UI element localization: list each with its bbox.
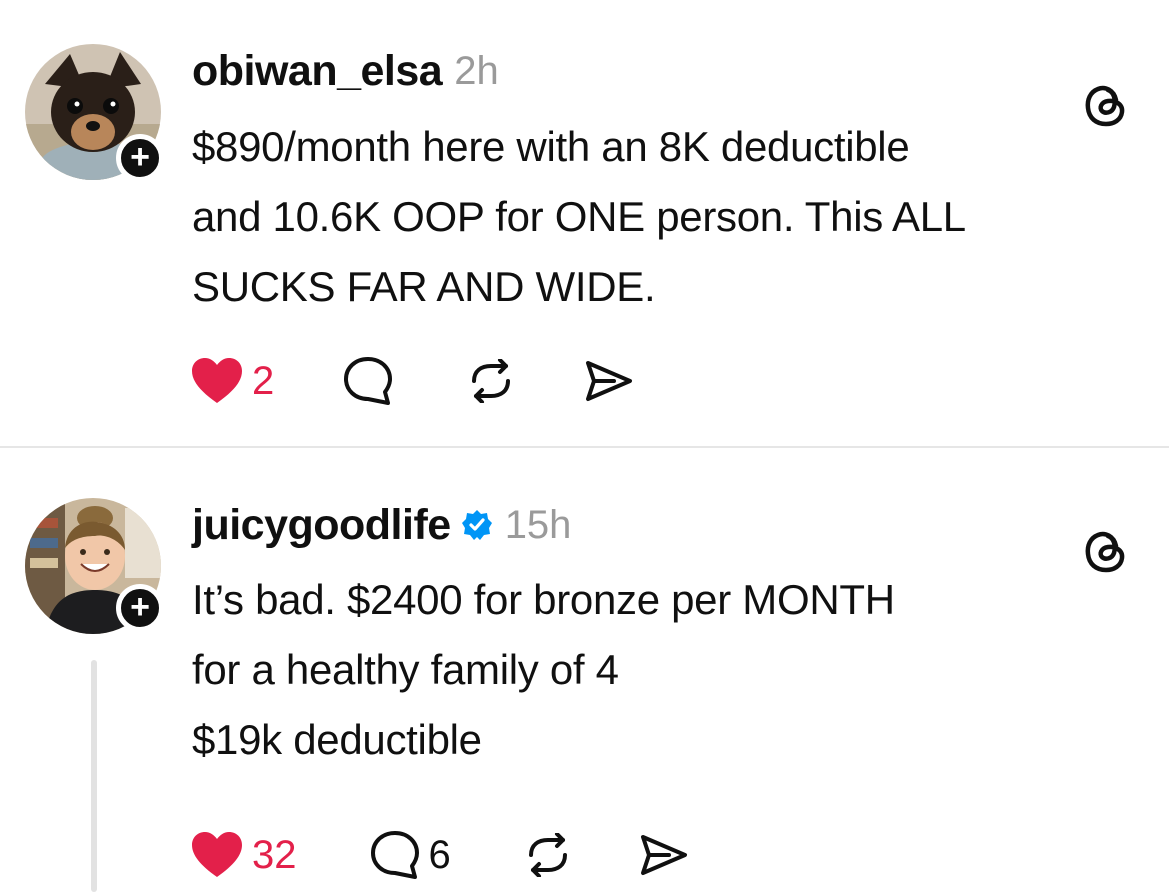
post: + juicygoodlife 15h It’s bad. $2400 for … bbox=[0, 448, 1169, 892]
post-text-line: for a healthy family of 4 bbox=[192, 646, 619, 693]
like-button[interactable]: 2 bbox=[190, 357, 274, 405]
post-header: juicygoodlife 15h bbox=[192, 498, 571, 552]
comment-icon bbox=[342, 355, 394, 407]
post-text: It’s bad. $2400 for bronze per MONTH for… bbox=[192, 565, 1142, 775]
comment-icon bbox=[369, 829, 421, 881]
repost-button[interactable] bbox=[523, 833, 573, 877]
share-button[interactable] bbox=[639, 833, 689, 877]
post: + obiwan_elsa 2h $890/month here with an… bbox=[0, 0, 1169, 447]
post-header: obiwan_elsa 2h bbox=[192, 44, 499, 98]
username[interactable]: juicygoodlife bbox=[192, 501, 451, 550]
post-text-line: and 10.6K OOP for ONE person. This ALL bbox=[192, 193, 966, 240]
post-text-line: SUCKS FAR AND WIDE. bbox=[192, 263, 656, 310]
username[interactable]: obiwan_elsa bbox=[192, 47, 443, 96]
repost-icon bbox=[523, 833, 573, 877]
like-count: 32 bbox=[252, 832, 297, 877]
share-icon bbox=[639, 833, 689, 877]
reply-count: 6 bbox=[428, 832, 451, 877]
timestamp: 15h bbox=[504, 502, 572, 547]
reply-button[interactable]: 6 bbox=[369, 829, 451, 881]
post-text: $890/month here with an 8K deductible an… bbox=[192, 112, 1142, 322]
follow-button[interactable]: + bbox=[116, 134, 164, 182]
post-text-line: It’s bad. $2400 for bronze per MONTH bbox=[192, 576, 895, 623]
post-actions: 2 bbox=[190, 353, 634, 409]
thread-line bbox=[91, 660, 97, 892]
heart-icon bbox=[190, 831, 244, 879]
post-text-line: $890/month here with an 8K deductible bbox=[192, 123, 910, 170]
share-button[interactable] bbox=[584, 359, 634, 403]
heart-icon bbox=[190, 357, 244, 405]
post-actions: 32 6 bbox=[190, 827, 689, 883]
follow-button[interactable]: + bbox=[116, 584, 164, 632]
reply-button[interactable] bbox=[342, 355, 394, 407]
share-icon bbox=[584, 359, 634, 403]
repost-button[interactable] bbox=[466, 359, 516, 403]
like-button[interactable]: 32 bbox=[190, 831, 297, 879]
post-text-line: $19k deductible bbox=[192, 716, 482, 763]
like-count: 2 bbox=[252, 358, 275, 403]
verified-badge-icon bbox=[461, 509, 493, 541]
repost-icon bbox=[466, 359, 516, 403]
timestamp: 2h bbox=[454, 48, 499, 93]
